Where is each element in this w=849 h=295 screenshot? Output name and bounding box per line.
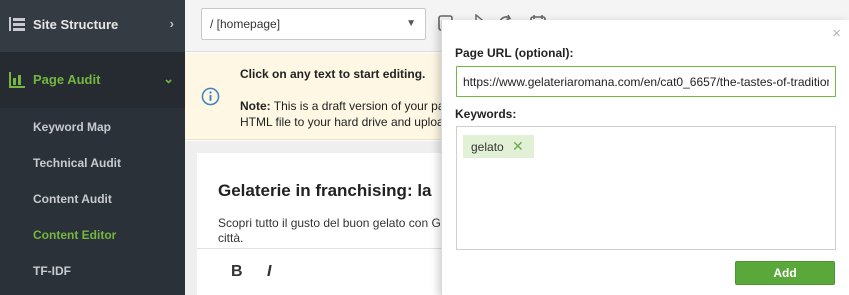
- chevron-down-icon: ⌄: [163, 71, 174, 86]
- url-label: Page URL (optional):: [455, 46, 574, 60]
- chevron-right-icon: ›: [169, 16, 174, 31]
- add-keywords-popup: × Page URL (optional): Keywords: gelato …: [441, 20, 849, 295]
- keywords-label: Keywords:: [455, 107, 517, 121]
- keyword-tag: gelato ✕: [463, 135, 534, 158]
- chevron-down-icon: ▼: [406, 18, 416, 29]
- list-tree-icon: [9, 17, 25, 31]
- sidebar-item-content-audit[interactable]: Content Audit: [33, 192, 112, 206]
- close-icon[interactable]: ×: [832, 25, 841, 42]
- keywords-input[interactable]: gelato ✕: [456, 126, 836, 250]
- bar-chart-icon: [9, 72, 25, 88]
- sidebar: Site Structure › Page Audit ⌄ Keyword Ma…: [0, 0, 185, 295]
- notice-body: Note: This is a draft version of your pa…: [240, 98, 448, 130]
- info-icon: [201, 87, 220, 106]
- sidebar-item-content-editor[interactable]: Content Editor: [33, 228, 116, 242]
- sidebar-item-technical-audit[interactable]: Technical Audit: [33, 156, 121, 170]
- note-text: This is a draft version of your pa: [270, 99, 445, 113]
- note-text-line2: HTML file to your hard drive and uploa: [240, 115, 444, 129]
- sidebar-item-tf-idf[interactable]: TF-IDF: [33, 264, 71, 278]
- keyword-tag-label: gelato: [471, 140, 504, 154]
- article-intro[interactable]: Scopri tutto il gusto del buon gelato co…: [218, 216, 450, 246]
- sidebar-item-keyword-map[interactable]: Keyword Map: [33, 120, 111, 134]
- page-select-value: / [homepage]: [210, 17, 281, 31]
- sidebar-item-label: Site Structure: [33, 17, 119, 32]
- remove-tag-icon[interactable]: ✕: [512, 138, 524, 155]
- notice-title: Click on any text to start editing.: [240, 67, 426, 81]
- note-label: Note:: [240, 99, 271, 113]
- italic-button[interactable]: I: [267, 263, 271, 281]
- page-url-input[interactable]: [456, 66, 836, 97]
- sidebar-item-site-structure[interactable]: Site Structure ›: [0, 0, 185, 52]
- intro-line: città.: [218, 231, 244, 245]
- bold-button[interactable]: B: [231, 263, 243, 281]
- page-select[interactable]: / [homepage] ▼: [201, 8, 426, 40]
- intro-line: Scopri tutto il gusto del buon gelato co…: [218, 216, 441, 230]
- add-button[interactable]: Add: [735, 261, 835, 285]
- sidebar-item-page-audit[interactable]: Page Audit ⌄: [0, 52, 185, 108]
- sidebar-item-label: Page Audit: [33, 72, 101, 87]
- article-title[interactable]: Gelaterie in franchising: la: [218, 181, 432, 201]
